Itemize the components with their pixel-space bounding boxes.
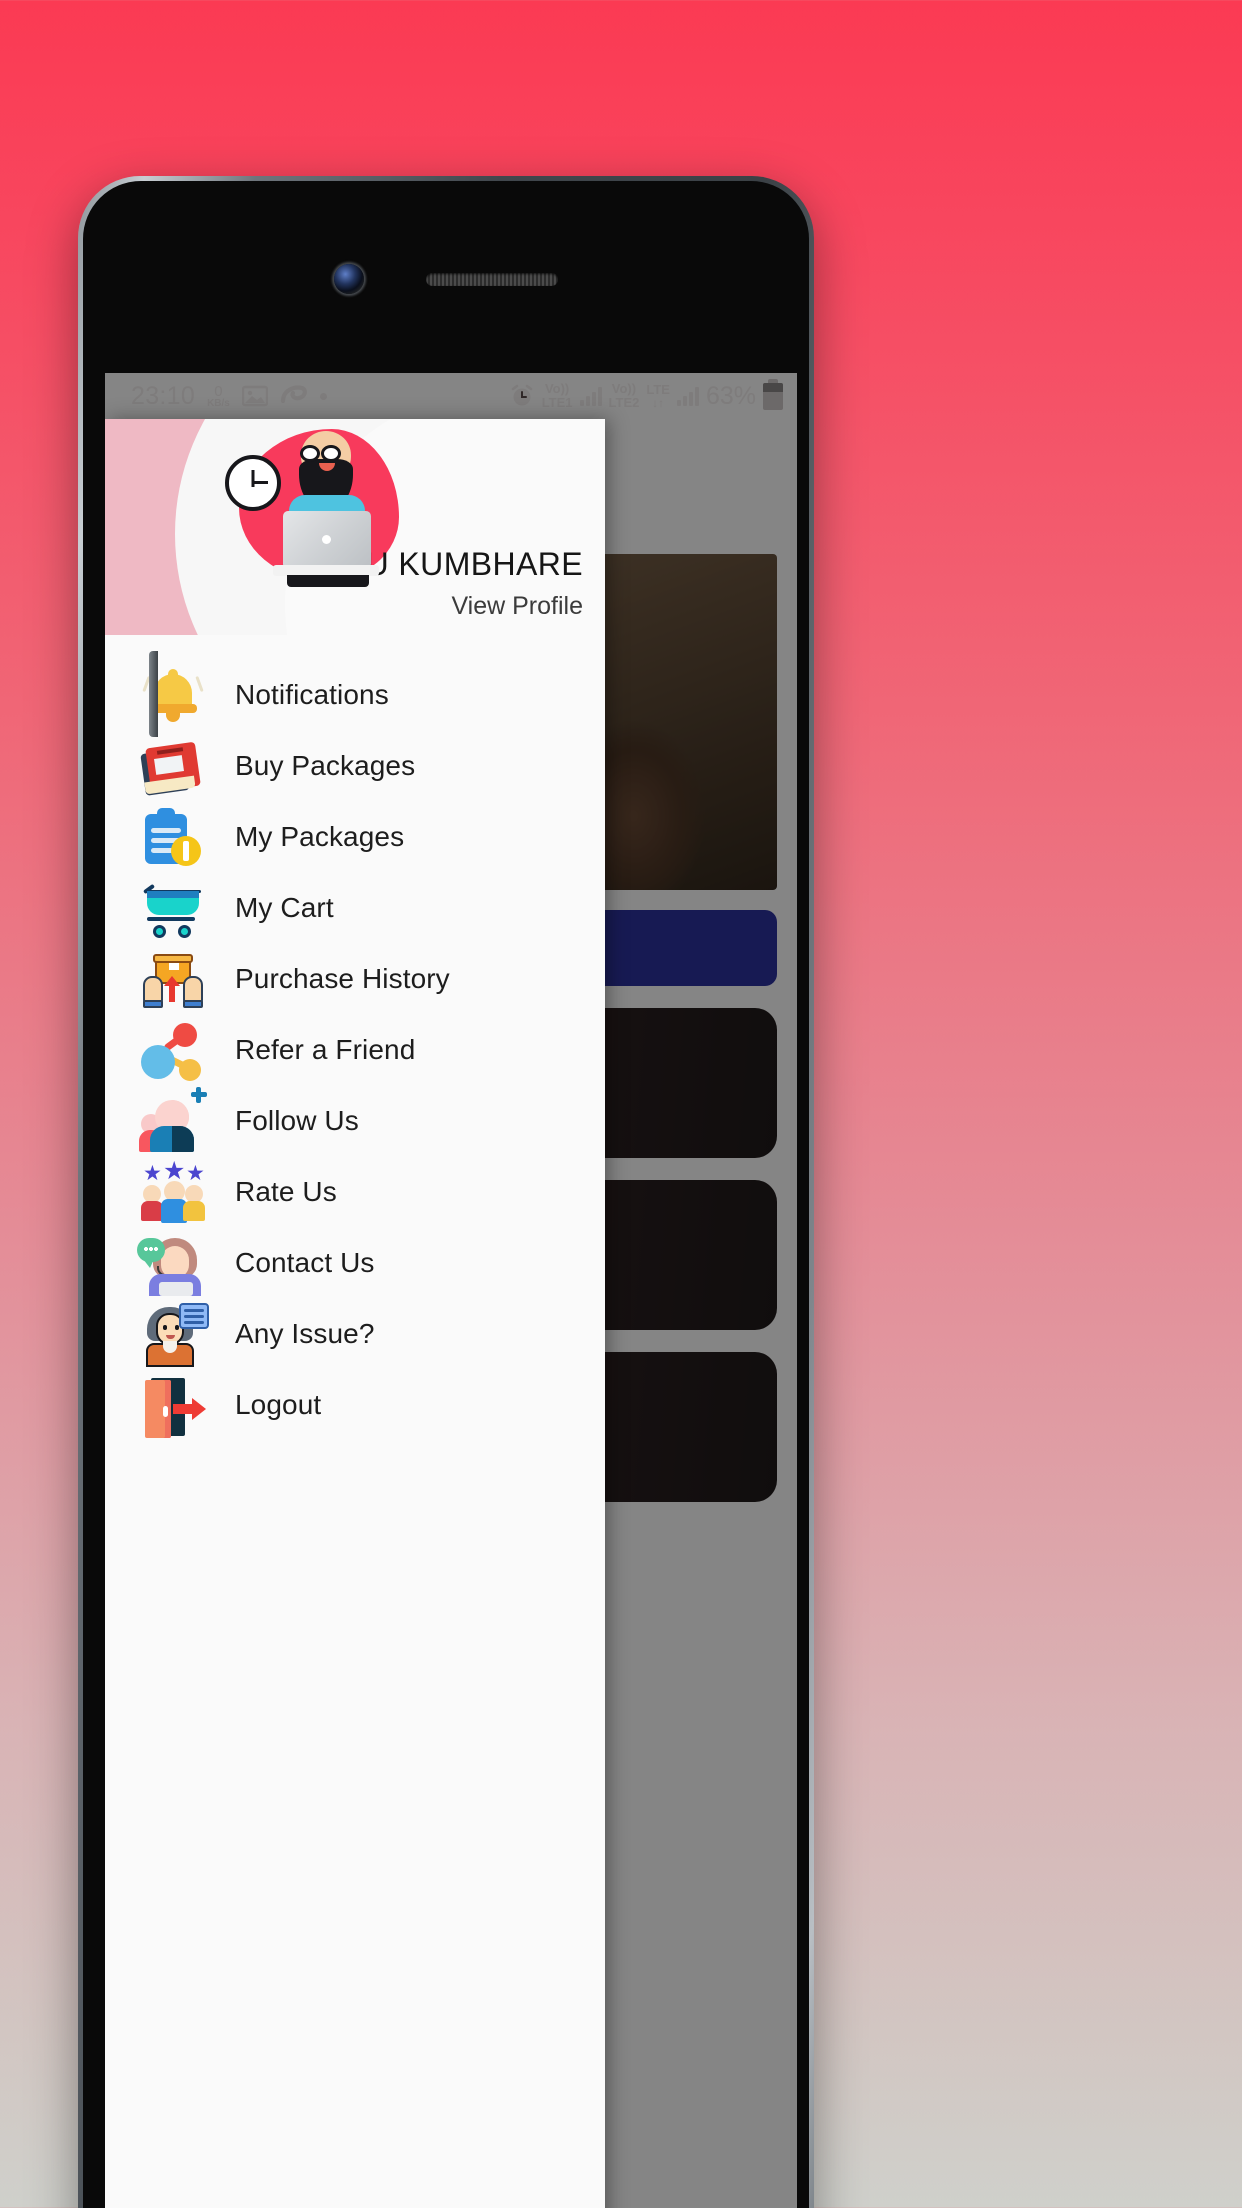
menu-item-label: Refer a Friend bbox=[235, 1033, 416, 1065]
earpiece-speaker-icon bbox=[426, 272, 558, 286]
share-nodes-icon bbox=[135, 1019, 211, 1081]
clock-icon bbox=[225, 455, 281, 511]
menu-item-label: My Packages bbox=[235, 820, 405, 852]
logout-door-icon bbox=[135, 1374, 211, 1438]
menu-item-label: Contact Us bbox=[235, 1246, 375, 1278]
phone-device: 23:10 0 KB/s Vo)) LTE1 Vo)) LTE2 LTE ↓↑ … bbox=[78, 176, 814, 2208]
view-profile-link[interactable]: View Profile bbox=[451, 592, 583, 621]
bell-icon bbox=[135, 664, 211, 726]
menu-item-rate-us[interactable]: ★ ★ ★ Rate Us bbox=[105, 1156, 605, 1227]
menu-item-label: Follow Us bbox=[235, 1104, 359, 1136]
menu-item-purchase-history[interactable]: Purchase History bbox=[105, 943, 605, 1014]
phone-screen: 23:10 0 KB/s Vo)) LTE1 Vo)) LTE2 LTE ↓↑ … bbox=[105, 373, 797, 2208]
drawer-header: ASHU KUMBHARE View Profile bbox=[105, 419, 605, 635]
phone-top-hardware bbox=[83, 257, 809, 301]
shopping-cart-icon bbox=[135, 877, 211, 939]
drawer-menu-list: Notifications Buy Packages My Packages M… bbox=[105, 635, 605, 1440]
phone-bezel: 23:10 0 KB/s Vo)) LTE1 Vo)) LTE2 LTE ↓↑ … bbox=[83, 181, 809, 2208]
menu-item-refer-a-friend[interactable]: Refer a Friend bbox=[105, 1014, 605, 1085]
menu-item-label: Any Issue? bbox=[235, 1317, 375, 1349]
package-hands-icon bbox=[135, 948, 211, 1010]
navigation-drawer: ASHU KUMBHARE View Profile Notifications bbox=[105, 419, 605, 2208]
menu-item-any-issue[interactable]: Any Issue? bbox=[105, 1298, 605, 1369]
menu-item-contact-us[interactable]: Contact Us bbox=[105, 1227, 605, 1298]
menu-item-label: Notifications bbox=[235, 678, 389, 710]
books-icon bbox=[135, 735, 211, 797]
add-people-icon bbox=[135, 1086, 211, 1152]
menu-item-label: Logout bbox=[235, 1388, 322, 1420]
menu-item-my-cart[interactable]: My Cart bbox=[105, 872, 605, 943]
menu-item-notifications[interactable]: Notifications bbox=[105, 659, 605, 730]
menu-item-label: Buy Packages bbox=[235, 749, 416, 781]
person-at-laptop-illustration bbox=[273, 429, 379, 587]
menu-item-label: Purchase History bbox=[235, 962, 450, 994]
volume-button[interactable] bbox=[149, 651, 158, 737]
menu-item-label: My Cart bbox=[235, 891, 334, 923]
agent-chat-icon bbox=[135, 1302, 211, 1367]
menu-item-follow-us[interactable]: Follow Us bbox=[105, 1085, 605, 1156]
menu-item-my-packages[interactable]: My Packages bbox=[105, 801, 605, 872]
menu-item-buy-packages[interactable]: Buy Packages bbox=[105, 730, 605, 801]
support-agent-icon bbox=[135, 1232, 211, 1296]
front-camera-icon bbox=[334, 264, 364, 294]
clipboard-coin-icon bbox=[135, 806, 211, 868]
rating-stars-people-icon: ★ ★ ★ bbox=[135, 1158, 211, 1223]
menu-item-logout[interactable]: Logout bbox=[105, 1369, 605, 1440]
menu-item-label: Rate Us bbox=[235, 1175, 337, 1207]
